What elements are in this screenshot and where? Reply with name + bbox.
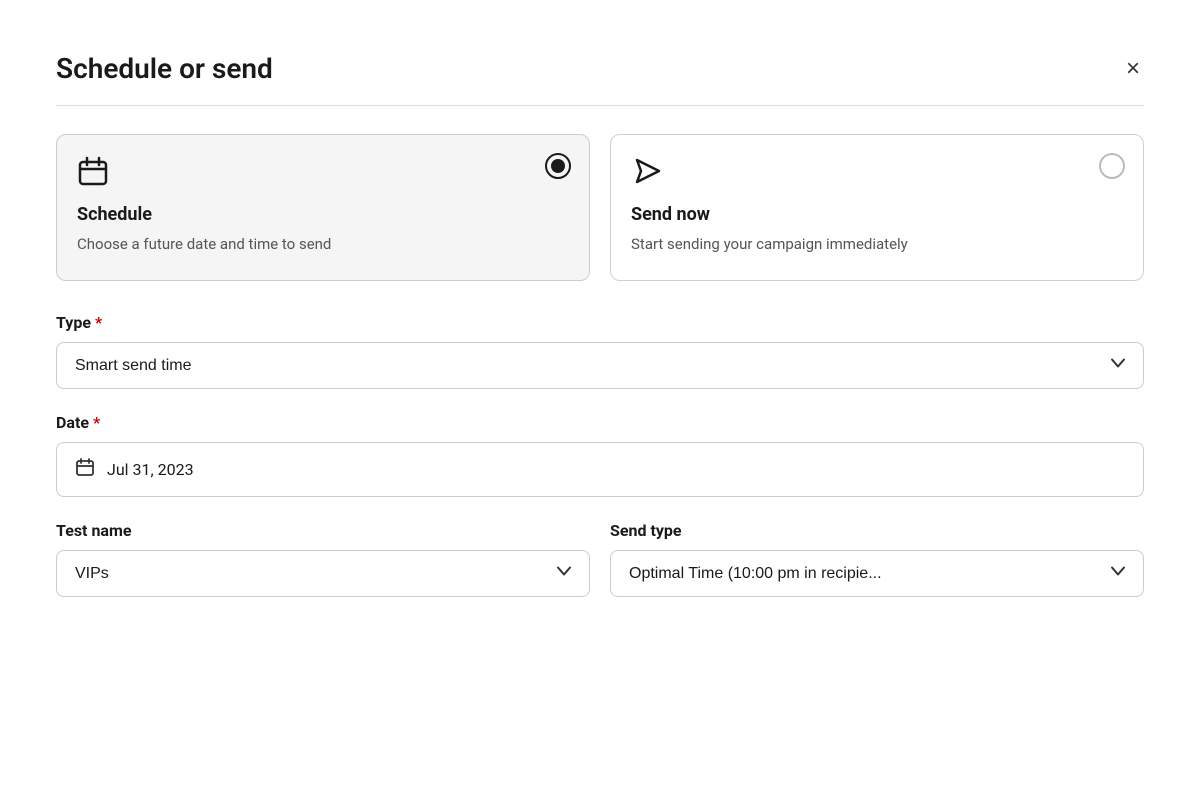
test-name-label: Test name	[56, 521, 590, 540]
send-type-label: Send type	[610, 521, 1144, 540]
send-now-card-title: Send now	[631, 204, 1123, 225]
send-now-card-description: Start sending your campaign immediately	[631, 233, 1123, 256]
date-calendar-icon	[75, 457, 95, 482]
modal-title: Schedule or send	[56, 52, 273, 85]
send-type-select[interactable]: Optimal Time (10:00 pm in recipie...Stan…	[610, 550, 1144, 597]
option-cards: Schedule Choose a future date and time t…	[56, 134, 1144, 281]
date-value: Jul 31, 2023	[107, 460, 194, 479]
date-input[interactable]: Jul 31, 2023	[56, 442, 1144, 497]
send-icon	[631, 155, 1123, 194]
send-type-section: Send type Optimal Time (10:00 pm in reci…	[610, 521, 1144, 597]
schedule-radio[interactable]	[545, 153, 571, 179]
schedule-card-title: Schedule	[77, 204, 569, 225]
type-select[interactable]: Smart send timeStandard send time	[56, 342, 1144, 389]
type-label: Type *	[56, 313, 1144, 332]
header-divider	[56, 105, 1144, 106]
date-section: Date * Jul 31, 2023	[56, 413, 1144, 497]
calendar-icon	[77, 155, 569, 194]
close-button[interactable]: ×	[1122, 53, 1144, 85]
schedule-or-send-modal: Schedule or send × Schedule Choose a fut…	[20, 20, 1180, 661]
send-type-select-wrapper: Optimal Time (10:00 pm in recipie...Stan…	[610, 550, 1144, 597]
test-name-select-wrapper: VIPsSegment ASegment B	[56, 550, 590, 597]
schedule-card[interactable]: Schedule Choose a future date and time t…	[56, 134, 590, 281]
send-now-card[interactable]: Send now Start sending your campaign imm…	[610, 134, 1144, 281]
bottom-row: Test name VIPsSegment ASegment B Send ty…	[56, 521, 1144, 621]
test-name-section: Test name VIPsSegment ASegment B	[56, 521, 590, 597]
test-name-select[interactable]: VIPsSegment ASegment B	[56, 550, 590, 597]
type-section: Type * Smart send timeStandard send time	[56, 313, 1144, 389]
type-select-wrapper: Smart send timeStandard send time	[56, 342, 1144, 389]
date-label: Date *	[56, 413, 1144, 432]
schedule-card-description: Choose a future date and time to send	[77, 233, 569, 256]
send-now-radio[interactable]	[1099, 153, 1125, 179]
date-required-star: *	[93, 413, 100, 432]
type-required-star: *	[95, 313, 102, 332]
modal-header: Schedule or send ×	[56, 52, 1144, 85]
